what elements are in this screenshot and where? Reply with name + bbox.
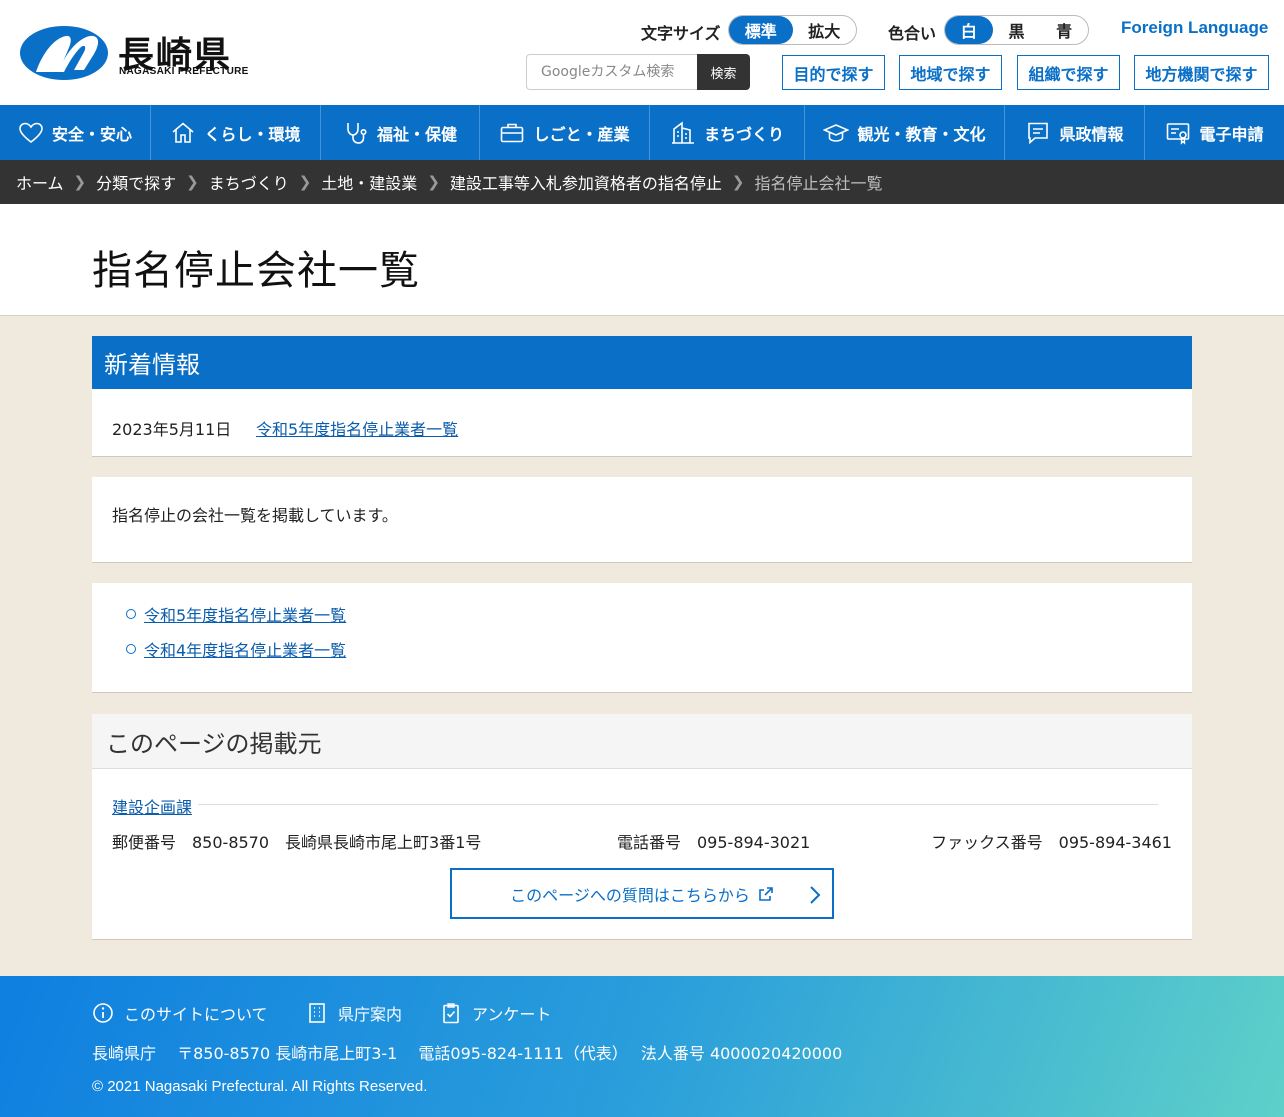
- nav-item-label: 福祉・保健: [376, 124, 457, 144]
- list-item: 令和5年度指名停止業者一覧: [126, 602, 346, 626]
- font-size-label: 文字サイズ: [641, 24, 721, 43]
- chevron-right-icon: ❯: [186, 173, 199, 191]
- document-list: 令和5年度指名停止業者一覧 令和4年度指名停止業者一覧: [92, 583, 1192, 693]
- chevron-right-icon: [810, 886, 821, 904]
- news-date: 2023年5月11日: [112, 420, 232, 439]
- circle-bullet-icon: [126, 609, 136, 619]
- chevron-right-icon: ❯: [427, 173, 440, 191]
- find-by-region-button[interactable]: 地域で探す: [899, 55, 1002, 90]
- intro-text: 指名停止の会社一覧を掲載しています。: [112, 506, 398, 525]
- nav-item-label: しごと・産業: [533, 124, 630, 144]
- global-nav: 安全・安心 くらし・環境 福祉・保健 しごと・産業 まちづくり 観光・教育・文化…: [0, 105, 1284, 160]
- breadcrumb-by-category[interactable]: 分類で探す: [96, 170, 176, 194]
- circle-bullet-icon: [126, 644, 136, 654]
- search-button[interactable]: 検索: [697, 54, 750, 90]
- heart-icon: [19, 122, 43, 143]
- page-title: 指名停止会社一覧: [92, 248, 420, 294]
- font-size-large-button[interactable]: 拡大: [793, 16, 857, 44]
- nav-item-label: くらし・環境: [204, 124, 301, 144]
- color-blue-button[interactable]: 青: [1040, 16, 1088, 44]
- chevron-right-icon: ❯: [731, 173, 745, 191]
- contact-heading: このページの掲載元: [92, 714, 1192, 769]
- color-black-button[interactable]: 黒: [993, 16, 1041, 44]
- title-band: 指名停止会社一覧: [0, 204, 1284, 316]
- external-link-icon: [759, 886, 773, 901]
- color-white-button[interactable]: 白: [945, 16, 993, 44]
- divider: [198, 804, 1158, 805]
- info-icon: [93, 1003, 113, 1023]
- find-by-organization-button[interactable]: 組織で探す: [1017, 55, 1120, 90]
- phone-number: 電話番号 095-894-3021: [617, 833, 811, 852]
- list-link-r5[interactable]: 令和5年度指名停止業者一覧: [144, 602, 346, 626]
- nav-item-living[interactable]: くらし・環境: [151, 105, 321, 160]
- nav-item-label: まちづくり: [703, 124, 784, 144]
- home-icon: [172, 121, 195, 143]
- footer-link-label: 県庁案内: [338, 1005, 403, 1024]
- intro-card: 指名停止の会社一覧を掲載しています。: [92, 477, 1192, 563]
- clipboard-check-icon: [443, 1003, 459, 1024]
- footer-organization-info: 長崎県庁 〒850-8570 長崎市尾上町3-1 電話095-824-1111（…: [92, 1044, 843, 1063]
- breadcrumb-town-planning[interactable]: まちづくり: [209, 170, 289, 194]
- graduation-cap-icon: [823, 123, 850, 142]
- building-icon: [671, 120, 694, 144]
- color-scheme-switcher: 白 黒 青: [944, 15, 1089, 45]
- foreign-language-link[interactable]: Foreign Language: [1121, 18, 1268, 38]
- list-item: 令和4年度指名停止業者一覧: [126, 637, 346, 661]
- postal-address: 郵便番号 850-8570 長崎県長崎市尾上町3番1号: [112, 833, 482, 852]
- chevron-right-icon: ❯: [298, 173, 312, 191]
- nav-item-label: 観光・教育・文化: [857, 124, 986, 144]
- breadcrumb-current: 指名停止会社一覧: [754, 174, 883, 193]
- site-footer: このサイトについて 県庁案内 アンケート 長崎県庁 〒850-8570 長崎市尾…: [0, 976, 1284, 1117]
- color-scheme-label: 色合い: [888, 24, 937, 43]
- nav-item-label: 安全・安心: [51, 124, 132, 144]
- footer-about-link[interactable]: このサイトについて: [92, 1001, 268, 1025]
- logo-text-en: NAGASAKI PREFECTURE: [119, 66, 249, 77]
- site-header: 長崎県 NAGASAKI PREFECTURE 文字サイズ 標準 拡大 色合い …: [0, 0, 1284, 105]
- footer-link-label: アンケート: [472, 1005, 552, 1024]
- footer-link-label: このサイトについて: [124, 1005, 268, 1024]
- inquiry-button[interactable]: このページへの質問はこちらから: [450, 868, 834, 919]
- news-heading: 新着情報: [92, 336, 1192, 389]
- find-by-regional-office-button[interactable]: 地方機関で探す: [1134, 55, 1269, 90]
- nav-item-welfare[interactable]: 福祉・保健: [321, 105, 480, 160]
- speech-bubble-icon: [1028, 122, 1049, 144]
- breadcrumb-suspension[interactable]: 建設工事等入札参加資格者の指名停止: [450, 170, 722, 194]
- office-building-icon: [309, 1003, 325, 1023]
- find-by-purpose-button[interactable]: 目的で探す: [782, 55, 885, 90]
- nav-item-tourism-education-culture[interactable]: 観光・教育・文化: [805, 105, 1005, 160]
- inquiry-button-label: このページへの質問はこちらから: [510, 885, 750, 905]
- nav-item-label: 県政情報: [1059, 124, 1124, 144]
- prefecture-emblem-icon: [20, 26, 108, 80]
- news-card: 2023年5月11日 令和5年度指名停止業者一覧: [92, 389, 1192, 457]
- nav-item-label: 電子申請: [1199, 124, 1264, 144]
- footer-copyright: © 2021 Nagasaki Prefectural. All Rights …: [92, 1078, 428, 1095]
- breadcrumb-land-construction[interactable]: 土地・建設業: [321, 170, 417, 194]
- nav-item-e-application[interactable]: 電子申請: [1145, 105, 1284, 160]
- briefcase-icon: [501, 123, 524, 142]
- department-link[interactable]: 建設企画課: [112, 794, 192, 818]
- breadcrumb: ホーム ❯ 分類で探す ❯ まちづくり ❯ 土地・建設業 ❯ 建設工事等入札参加…: [0, 160, 1284, 204]
- contact-card: このページの掲載元 建設企画課 郵便番号 850-8570 長崎県長崎市尾上町3…: [92, 714, 1192, 940]
- site-logo[interactable]: 長崎県 NAGASAKI PREFECTURE: [20, 24, 250, 82]
- footer-office-guide-link[interactable]: 県庁案内: [306, 1001, 402, 1025]
- chevron-right-icon: ❯: [73, 173, 87, 191]
- stethoscope-icon: [347, 122, 367, 144]
- nav-item-prefectural-government[interactable]: 県政情報: [1005, 105, 1145, 160]
- breadcrumb-home[interactable]: ホーム: [16, 170, 64, 194]
- list-link-r4[interactable]: 令和4年度指名停止業者一覧: [144, 637, 346, 661]
- search-input[interactable]: [526, 54, 698, 90]
- nav-item-safety[interactable]: 安全・安心: [0, 105, 151, 160]
- nav-item-town-planning[interactable]: まちづくり: [650, 105, 805, 160]
- font-size-standard-button[interactable]: 標準: [729, 16, 793, 44]
- news-link[interactable]: 令和5年度指名停止業者一覧: [256, 416, 458, 440]
- certificate-icon: [1167, 122, 1190, 145]
- font-size-switcher: 標準 拡大: [728, 15, 857, 45]
- footer-survey-link[interactable]: アンケート: [440, 1001, 551, 1025]
- fax-number: ファックス番号 095-894-3461: [931, 833, 1172, 852]
- nav-item-work[interactable]: しごと・産業: [480, 105, 650, 160]
